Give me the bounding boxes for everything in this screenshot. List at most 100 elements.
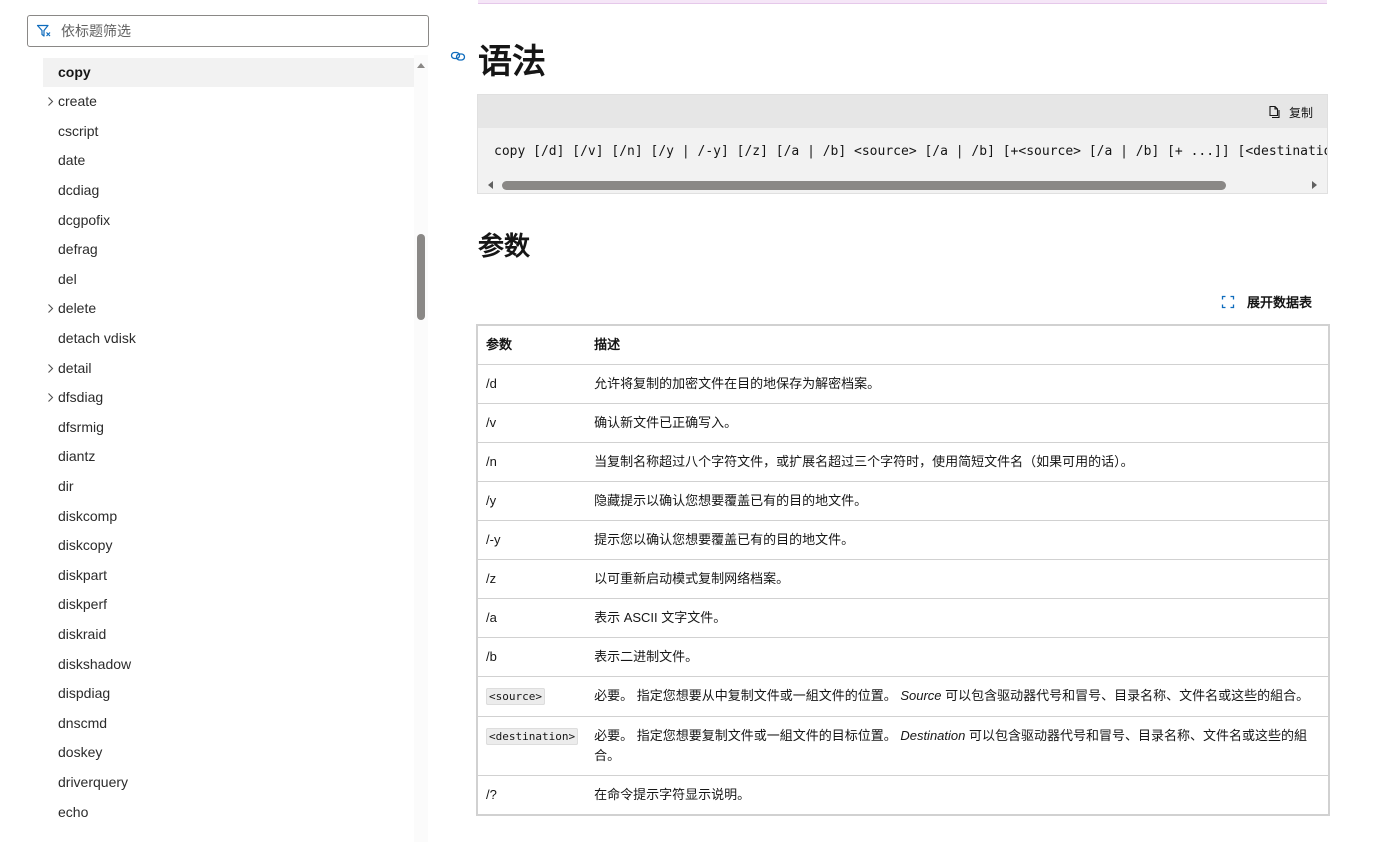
- toc-item-diantz[interactable]: diantz: [43, 442, 414, 471]
- toc-item-label: dnscmd: [58, 714, 108, 731]
- table-row: /n 当复制名称超过八个字符文件，或扩展名超过三个字符时，使用简短文件名（如果可用…: [477, 442, 1329, 482]
- code-scrollbar-thumb[interactable]: [502, 181, 1226, 190]
- toc-item-dfsdiag[interactable]: dfsdiag: [43, 383, 414, 412]
- description-text: 提示您以确认您想要覆盖已有的目的地文件。: [594, 532, 855, 547]
- description-cell: 当复制名称超过八个字符文件，或扩展名超过三个字符时，使用简短文件名（如果可用的话…: [586, 442, 1329, 482]
- toc-item-dispdiag[interactable]: dispdiag: [43, 679, 414, 708]
- toc-item-diskcomp[interactable]: diskcomp: [43, 502, 414, 531]
- toc-item-defrag[interactable]: defrag: [43, 235, 414, 264]
- parameters-table: 参数 描述 /d 允许将复制的加密文件在目的地保存为解密档案。 /v 确认新文件已正确…: [476, 324, 1330, 816]
- expand-table-button[interactable]: 展开数据表: [1221, 292, 1312, 311]
- table-row: /? 在命令提示字符显示说明。: [477, 775, 1329, 815]
- description-cell: 表示 ASCII 文字文件。: [586, 598, 1329, 638]
- toc-item-label: create: [58, 93, 97, 110]
- toc-item-delete[interactable]: delete: [43, 294, 414, 323]
- param-cell: /?: [477, 775, 587, 815]
- toc-item-diskcopy[interactable]: diskcopy: [43, 531, 414, 560]
- chevron-right-icon[interactable]: [46, 392, 55, 403]
- filter-icon: [36, 24, 51, 37]
- toc-scrollbar[interactable]: [414, 55, 428, 842]
- toc-item-label: dcgpofix: [58, 211, 111, 228]
- param-name: /a: [486, 610, 497, 625]
- parameters-heading: 参数: [478, 231, 531, 261]
- chevron-right-icon[interactable]: [46, 303, 55, 314]
- code-block: 复制 copy [/d] [/v] [/n] [/y | /-y] [/z] […: [477, 94, 1328, 194]
- chevron-right-icon[interactable]: [46, 363, 55, 374]
- description-emphasis: Source: [900, 688, 942, 703]
- table-row: /b 表示二进制文件。: [477, 637, 1329, 677]
- scroll-up-arrow-icon[interactable]: [417, 63, 425, 68]
- toc-item-label: echo: [58, 803, 89, 820]
- filter-box[interactable]: [27, 15, 429, 47]
- description-text: 确认新文件已正确写入。: [594, 415, 738, 430]
- toc-item-del[interactable]: del: [43, 265, 414, 294]
- toc-item-cscript[interactable]: cscript: [43, 117, 414, 146]
- toc-item-label: diskshadow: [58, 655, 132, 672]
- param-name: /n: [486, 454, 497, 469]
- toc-item-label: copy: [58, 63, 91, 80]
- toc-item-date[interactable]: date: [43, 146, 414, 175]
- toc-item-diskperf[interactable]: diskperf: [43, 590, 414, 619]
- toc-list: convertcopycreatecscriptdatedcdiagdcgpof…: [43, 38, 414, 842]
- copy-button[interactable]: 复制: [1267, 103, 1313, 121]
- code-horizontal-scrollbar[interactable]: [478, 177, 1327, 193]
- param-code: <destination>: [486, 728, 579, 745]
- toc-item-dir[interactable]: dir: [43, 472, 414, 501]
- toc-item-label: diantz: [58, 448, 96, 465]
- param-cell: <destination>: [477, 716, 587, 776]
- table-row: <destination> 必要。 指定您想要复制文件或一組文件的目标位置。 De…: [477, 716, 1329, 776]
- scroll-right-arrow-icon[interactable]: [1312, 181, 1317, 189]
- param-cell: /b: [477, 637, 587, 677]
- description-text: 隐藏提示以确认您想要覆盖已有的目的地文件。: [594, 493, 868, 508]
- description-text: 可以包含驱动器代号和冒号、目录名称、文件名或这些的組合。: [941, 688, 1310, 703]
- description-cell: 必要。 指定您想要复制文件或一組文件的目标位置。 Destination 可以包…: [586, 716, 1329, 776]
- toc-item-driverquery[interactable]: driverquery: [43, 768, 414, 797]
- chevron-right-icon[interactable]: [46, 96, 55, 107]
- toc-item-dfsrmig[interactable]: dfsrmig: [43, 413, 414, 442]
- description-text: 当复制名称超过八个字符文件，或扩展名超过三个字符时，使用简短文件名（如果可用的话…: [594, 454, 1134, 469]
- toc-item-diskpart[interactable]: diskpart: [43, 561, 414, 590]
- column-header-description: 描述: [586, 325, 1329, 365]
- description-cell: 表示二进制文件。: [586, 637, 1329, 677]
- toc-item-detail[interactable]: detail: [43, 354, 414, 383]
- toc-sidebar: convertcopycreatecscriptdatedcdiagdcgpof…: [0, 0, 432, 842]
- description-cell: 以可重新启动模式复制网络档案。: [586, 559, 1329, 599]
- toc-item-label: driverquery: [58, 774, 129, 790]
- filter-input[interactable]: [59, 16, 418, 46]
- syntax-heading: 语法: [478, 43, 546, 81]
- toc-item-diskshadow[interactable]: diskshadow: [43, 650, 414, 679]
- param-cell: /y: [477, 481, 587, 521]
- toc-item-dcgpofix[interactable]: dcgpofix: [43, 206, 414, 235]
- toc-item-label: dispdiag: [58, 685, 111, 702]
- toc-item-label: dfsrmig: [58, 418, 104, 435]
- description-text: 表示 ASCII 文字文件。: [594, 610, 727, 625]
- toc-item-label: detach vdisk: [58, 330, 136, 346]
- param-name: /d: [486, 376, 497, 391]
- toc-item-dnscmd[interactable]: dnscmd: [43, 709, 414, 738]
- toc-item-doskey[interactable]: doskey: [43, 738, 414, 767]
- description-cell: 隐藏提示以确认您想要覆盖已有的目的地文件。: [586, 481, 1329, 521]
- toc-item-echo[interactable]: echo: [43, 798, 414, 827]
- link-icon[interactable]: [450, 48, 466, 64]
- param-cell: /v: [477, 403, 587, 443]
- toc-item-create[interactable]: create: [43, 87, 414, 116]
- toc-item-dcdiag[interactable]: dcdiag: [43, 176, 414, 205]
- toc-item-label: dcdiag: [58, 182, 100, 198]
- description-text: 必要。 指定您想要复制文件或一組文件的目标位置。: [594, 728, 901, 743]
- table-row: <source> 必要。 指定您想要从中复制文件或一組文件的位置。 Source …: [477, 676, 1329, 717]
- syntax-code: copy [/d] [/v] [/n] [/y | /-y] [/z] [/a …: [494, 144, 1327, 159]
- param-name: /y: [486, 493, 497, 508]
- toc-item-detach-vdisk[interactable]: detach vdisk: [43, 324, 414, 353]
- toc-item-label: detail: [58, 359, 92, 376]
- description-cell: 必要。 指定您想要从中复制文件或一組文件的位置。 Source 可以包含驱动器代…: [586, 676, 1329, 717]
- toc-item-label: diskcomp: [58, 507, 118, 524]
- scroll-left-arrow-icon[interactable]: [488, 181, 493, 189]
- toc-item-diskraid[interactable]: diskraid: [43, 620, 414, 649]
- description-text: 必要。 指定您想要从中复制文件或一組文件的位置。: [594, 688, 901, 703]
- toc-item-label: defrag: [58, 241, 98, 258]
- toc-item-copy[interactable]: copy: [43, 57, 414, 87]
- expand-icon: [1221, 295, 1235, 308]
- toc-scrollbar-thumb[interactable]: [417, 234, 425, 320]
- main-content: 语法 复制 copy [/d] [/v] [/n] [/y | /-y] [/z…: [440, 0, 1381, 842]
- copy-label: 复制: [1288, 105, 1313, 120]
